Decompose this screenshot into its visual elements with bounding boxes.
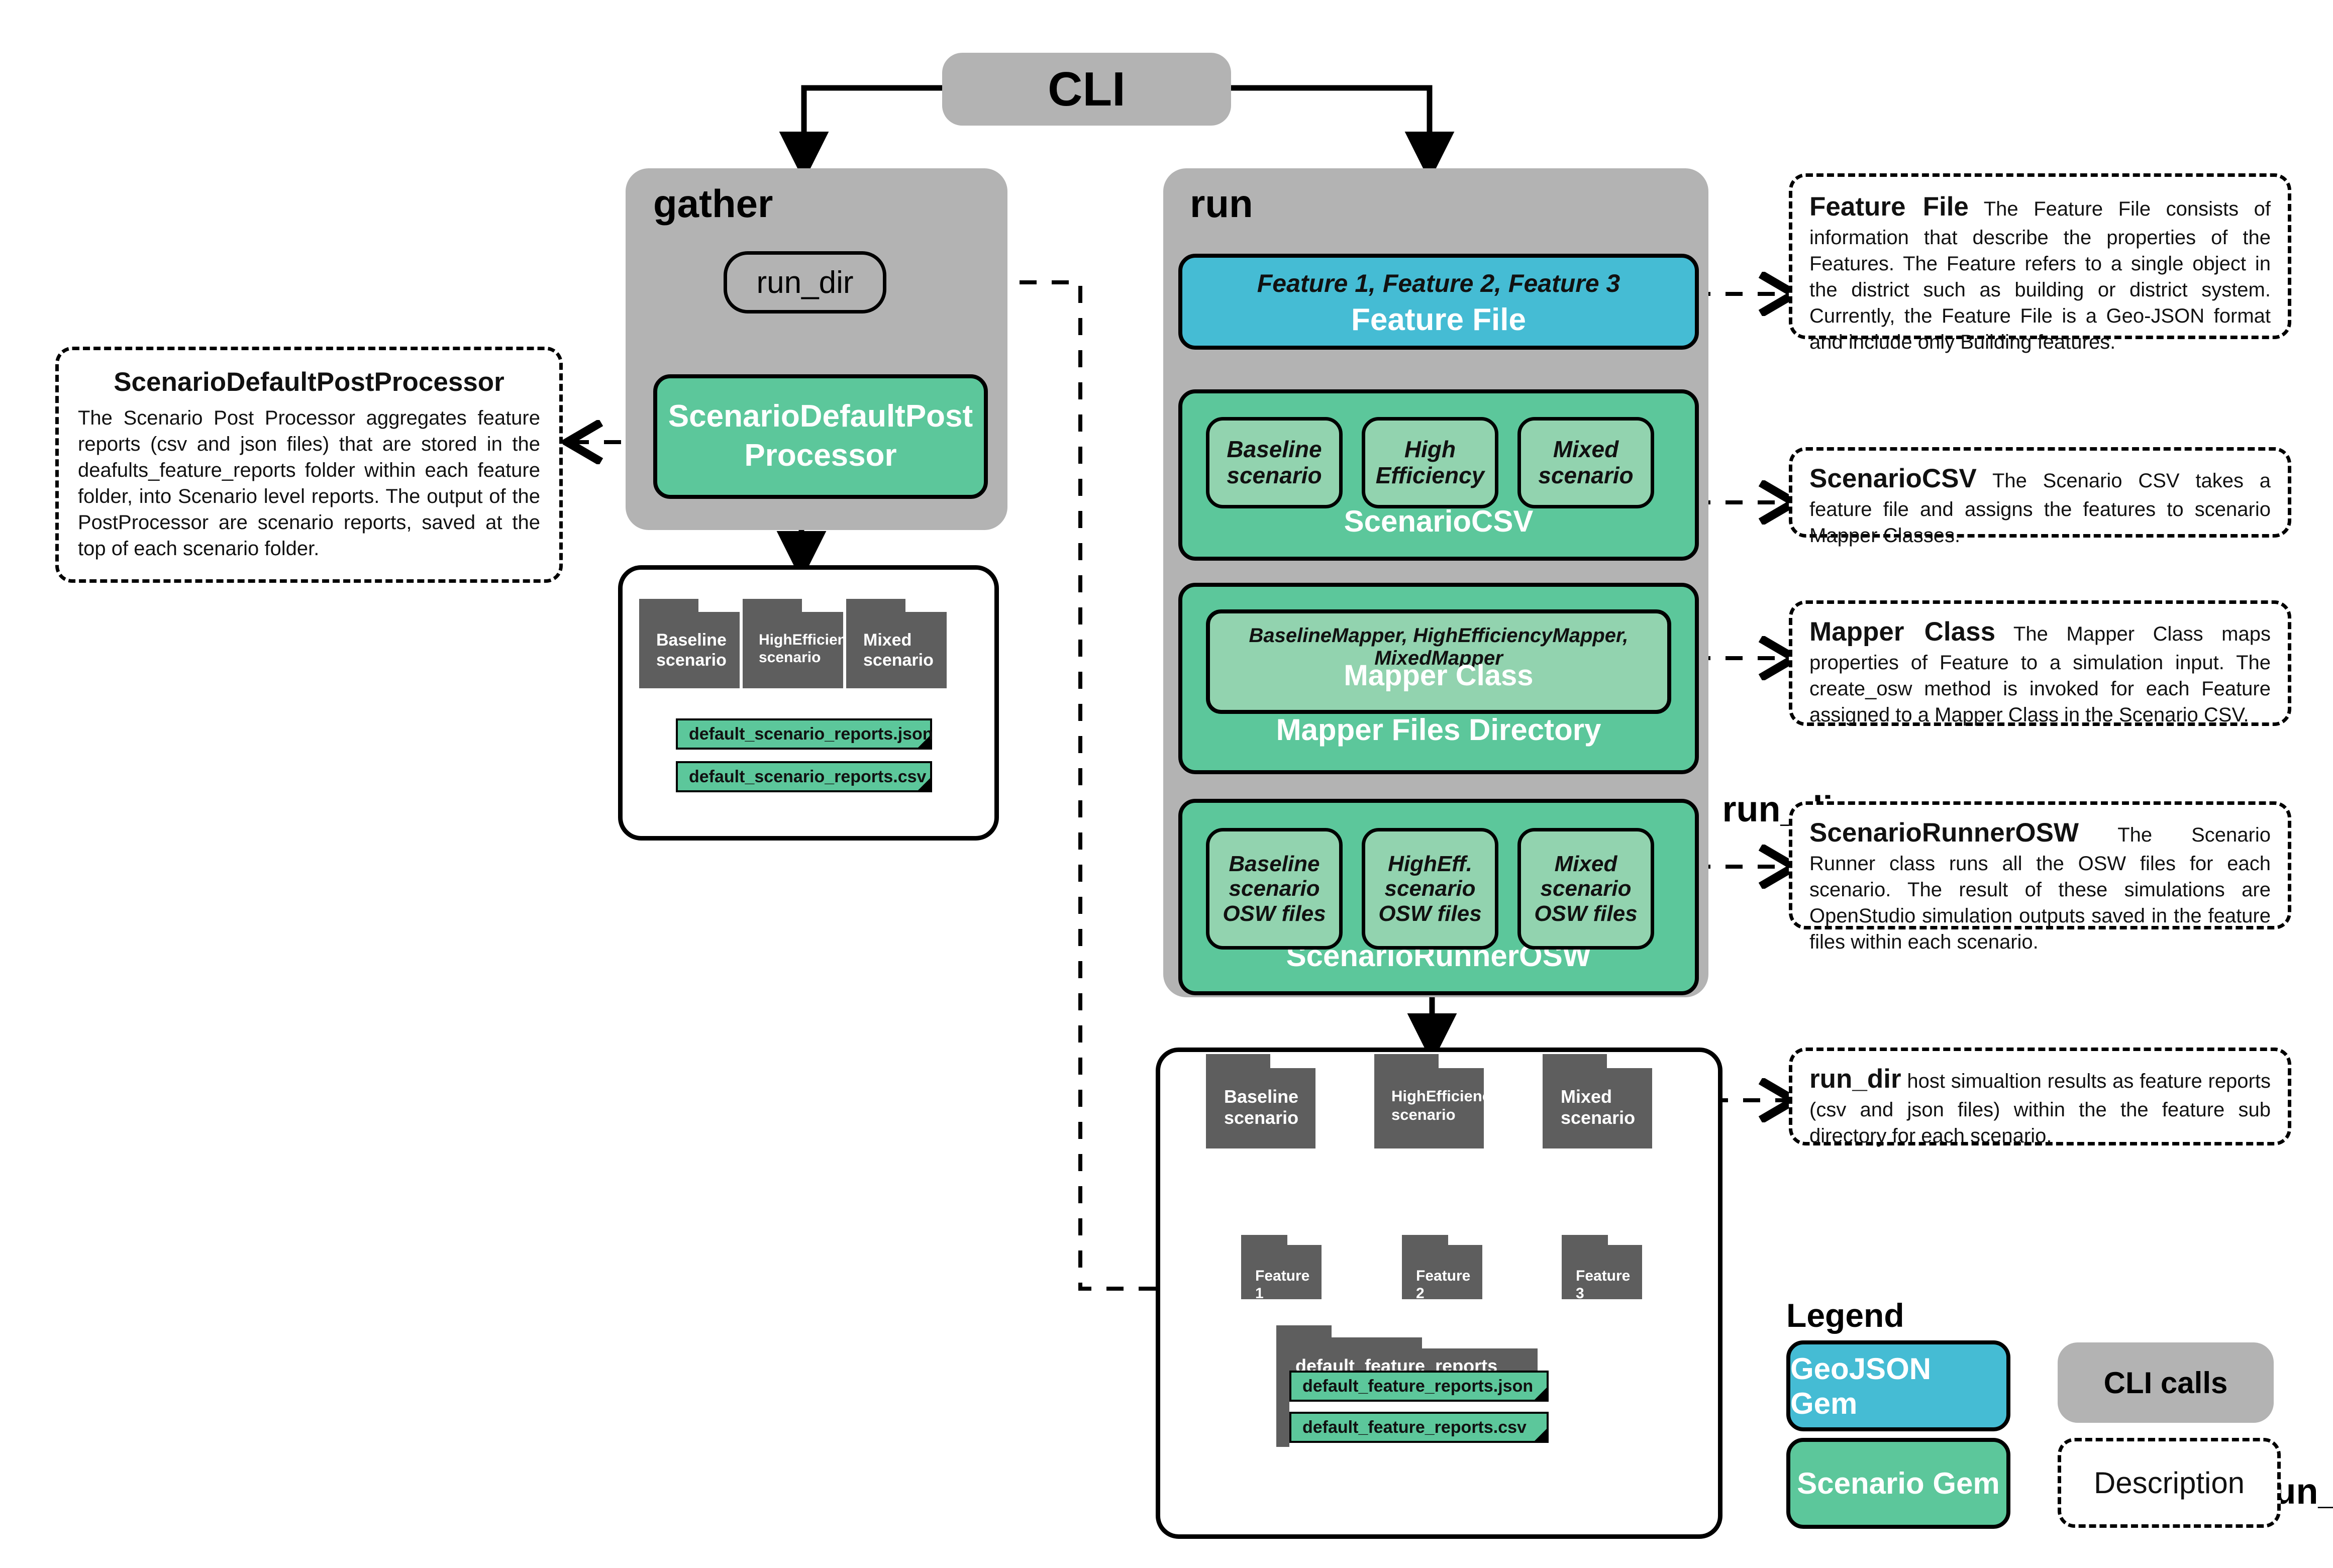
file-corner-icon <box>918 736 930 748</box>
description-scenario-csv: ScenarioCSV The Scenario CSV takes a fea… <box>1789 447 2291 547</box>
folder-label-line1: Mixed <box>1561 1086 1612 1107</box>
legend-label: CLI calls <box>2103 1366 2228 1400</box>
file-default-feature-reports-csv[interactable]: default_feature_reports.csv <box>1289 1412 1549 1443</box>
folder-label-line2: scenario <box>1391 1105 1456 1123</box>
file-default-feature-reports-json[interactable]: default_feature_reports.json <box>1289 1371 1549 1402</box>
feature-file-features-line: Feature 1, Feature 2, Feature 3 <box>1257 269 1620 297</box>
post-processor-label-line2: Processor <box>744 438 897 473</box>
file-default-scenario-reports-csv[interactable]: default_scenario_reports.csv <box>676 761 932 792</box>
chip-line3: OSW files <box>1378 901 1482 926</box>
description-body: The Scenario Post Processor aggregates f… <box>78 406 540 560</box>
folder-feature-2[interactable]: Feature 2 <box>1402 1235 1482 1302</box>
file-corner-icon <box>1535 1429 1547 1441</box>
gather-run-dir-pill[interactable]: run_dir <box>724 251 886 313</box>
legend-label: Scenario Gem <box>1797 1467 2000 1500</box>
diagram-canvas: CLI gather run_dir ScenarioDefaultPost P… <box>0 0 2333 1568</box>
folder-highefficiency-scenario-run[interactable]: HighEfficiency scenario <box>1374 1054 1499 1148</box>
chip-line2: Efficiency <box>1375 462 1485 488</box>
feature-file-label: Feature File <box>1351 302 1526 337</box>
file-label: default_feature_reports.json <box>1302 1376 1534 1396</box>
legend-item-geojson-gem: GeoJSON Gem <box>1786 1340 2010 1431</box>
description-title: ScenarioCSV <box>1809 464 1977 493</box>
legend-item-scenario-gem: Scenario Gem <box>1786 1438 2010 1529</box>
runner-baseline-osw-chip[interactable]: Baseline scenario OSW files <box>1206 828 1343 950</box>
folder-label-line1: HighEfficiency <box>1391 1087 1500 1105</box>
chip-line1: HighEff. <box>1388 852 1472 877</box>
folder-baseline-scenario-gather[interactable]: Baseline scenario <box>639 599 740 688</box>
description-title: ScenarioRunnerOSW <box>1809 818 2079 848</box>
mapper-files-directory-label: Mapper Files Directory <box>1276 713 1601 747</box>
runner-higheff-osw-chip[interactable]: HighEff. scenario OSW files <box>1362 828 1498 950</box>
folder-label-line1: Mixed <box>863 631 912 650</box>
legend-label: Description <box>2093 1466 2245 1500</box>
runner-mixed-osw-chip[interactable]: Mixed scenario OSW files <box>1517 828 1654 950</box>
cli-node[interactable]: CLI <box>942 53 1231 126</box>
description-title: run_dir <box>1809 1064 1901 1094</box>
scenario-csv-label: ScenarioCSV <box>1344 504 1534 538</box>
description-feature-file: Feature File The Feature File consists o… <box>1789 173 2291 353</box>
folder-label-line2: scenario <box>759 649 821 666</box>
description-title: ScenarioDefaultPostProcessor <box>114 367 504 397</box>
folder-feature-3[interactable]: Feature 3 <box>1562 1235 1642 1302</box>
post-processor-label-line1: ScenarioDefaultPost <box>668 399 973 434</box>
file-label: default_scenario_reports.csv <box>689 767 927 786</box>
legend-title: Legend <box>1786 1297 1904 1334</box>
mapper-class-label: Mapper Class <box>1344 659 1534 692</box>
scenario-csv-baseline-chip[interactable]: Baseline scenario <box>1206 417 1343 508</box>
folder-label-line1: Baseline <box>656 631 727 650</box>
gather-panel-title: gather <box>653 181 773 226</box>
mapper-class-node[interactable]: BaselineMapper, HighEfficiencyMapper, Mi… <box>1206 609 1671 714</box>
folder-baseline-scenario-run[interactable]: Baseline scenario <box>1206 1054 1315 1148</box>
chip-line1: Baseline <box>1229 852 1320 877</box>
chip-line1: Mixed <box>1554 852 1617 877</box>
folder-mixed-scenario-gather[interactable]: Mixed scenario <box>846 599 947 688</box>
folder-label-line1: Feature 1 <box>1255 1268 1310 1302</box>
legend-item-cli-calls: CLI calls <box>2058 1342 2274 1423</box>
gather-run-dir-label: run_dir <box>756 265 854 300</box>
folder-label-line2: scenario <box>863 651 934 670</box>
chip-line1: Baseline <box>1227 436 1322 463</box>
folder-highefficiency-scenario-gather[interactable]: HighEfficiency scenario <box>743 599 863 688</box>
chip-line2: scenario <box>1227 462 1322 488</box>
description-scenario-runner: ScenarioRunnerOSW The Scenario Runner cl… <box>1789 801 2291 953</box>
description-title: Feature File <box>1809 192 1969 222</box>
chip-line1: Mixed <box>1553 436 1619 463</box>
folder-label-line1: Feature 2 <box>1416 1268 1471 1302</box>
cli-label: CLI <box>1048 62 1126 116</box>
folder-label-line1: Baseline <box>1224 1086 1299 1107</box>
file-default-scenario-reports-json[interactable]: default_scenario_reports.json <box>676 718 933 750</box>
folder-label-line1: Feature 3 <box>1576 1268 1631 1302</box>
feature-file-node[interactable]: Feature 1, Feature 2, Feature 3 Feature … <box>1178 254 1699 350</box>
file-label: default_feature_reports.csv <box>1302 1417 1527 1437</box>
scenario-default-post-processor-node[interactable]: ScenarioDefaultPost Processor <box>653 374 988 499</box>
run-panel-title: run <box>1190 181 1253 226</box>
chip-line3: OSW files <box>1534 901 1638 926</box>
file-label: default_scenario_reports.json <box>689 724 933 744</box>
folder-mixed-scenario-run[interactable]: Mixed scenario <box>1543 1054 1652 1148</box>
description-run-dir: run_dir host simualtion results as featu… <box>1789 1048 2291 1147</box>
folder-label-line2: scenario <box>1561 1107 1636 1128</box>
chip-line3: OSW files <box>1223 901 1326 926</box>
description-mapper-class: Mapper Class The Mapper Class maps prope… <box>1789 600 2291 726</box>
scenario-csv-mixed-chip[interactable]: Mixed scenario <box>1517 417 1654 508</box>
folder-feature-1[interactable]: Feature 1 <box>1241 1235 1322 1302</box>
legend-item-description: Description <box>2058 1438 2281 1528</box>
chip-line2: scenario <box>1540 876 1632 901</box>
description-post-processor: ScenarioDefaultPostProcessor The Scenari… <box>55 347 563 583</box>
file-corner-icon <box>1535 1388 1547 1400</box>
legend-label: GeoJSON Gem <box>1790 1351 1932 1420</box>
chip-line2: scenario <box>1538 462 1634 488</box>
folder-label-line2: scenario <box>656 651 727 670</box>
chip-line1: High <box>1404 436 1456 463</box>
description-title: Mapper Class <box>1809 617 1996 647</box>
scenario-csv-high-efficiency-chip[interactable]: High Efficiency <box>1362 417 1498 508</box>
folder-label-line2: scenario <box>1224 1107 1299 1128</box>
chip-line2: scenario <box>1229 876 1320 901</box>
chip-line2: scenario <box>1384 876 1476 901</box>
